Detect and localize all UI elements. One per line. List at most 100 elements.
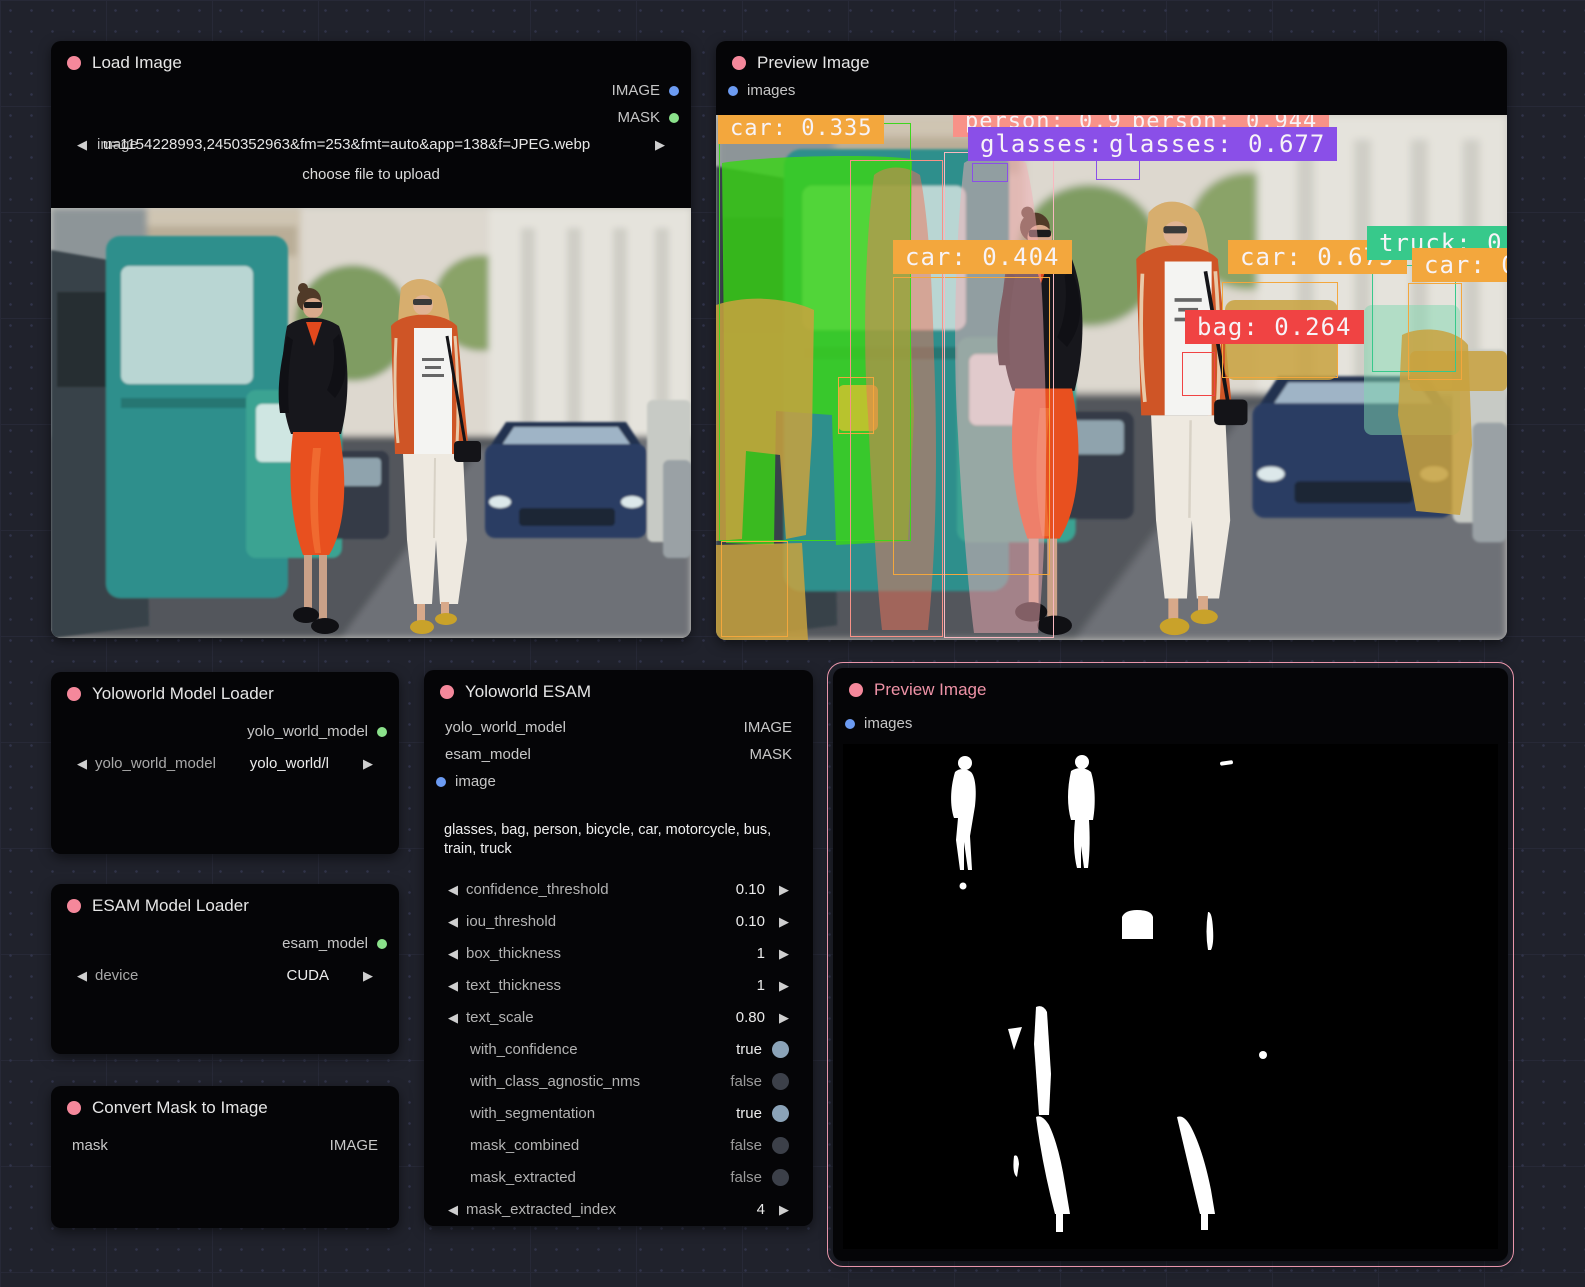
output-slot-label: yolo_world_model: [247, 723, 368, 740]
output-slot-mask[interactable]: MASK: [749, 746, 801, 763]
node-title-text: Load Image: [92, 53, 182, 73]
widget-label: with_confidence: [470, 1041, 578, 1058]
increment-arrow-icon[interactable]: ▶: [779, 883, 789, 896]
increment-arrow-icon[interactable]: ▶: [779, 915, 789, 928]
prev-option-arrow-icon[interactable]: ◀: [77, 757, 87, 770]
decrement-arrow-icon[interactable]: ◀: [448, 915, 458, 928]
toggle-widget-with_segmentation[interactable]: with_segmentationtrue: [448, 1100, 789, 1126]
input-slot-image[interactable]: image: [424, 768, 813, 795]
decrement-arrow-icon[interactable]: ◀: [448, 883, 458, 896]
output-slot-image[interactable]: IMAGE: [330, 1137, 387, 1154]
next-option-arrow-icon[interactable]: ▶: [363, 757, 373, 770]
node-title-text: Yoloworld Model Loader: [92, 684, 274, 704]
output-slot-image[interactable]: IMAGE: [51, 77, 691, 104]
node-preview-title[interactable]: Preview Image: [716, 41, 1507, 77]
categories-text-field[interactable]: glasses, bag, person, bicycle, car, moto…: [424, 821, 813, 859]
input-dot-image[interactable]: [436, 777, 446, 787]
node-load-image[interactable]: Load Image IMAGE MASK ◀ image u=11542289…: [51, 41, 691, 638]
input-slot-esam-model[interactable]: esam_model: [436, 746, 531, 763]
input-dot-images[interactable]: [728, 86, 738, 96]
increment-arrow-icon[interactable]: ▶: [779, 1011, 789, 1024]
node-title-text: Convert Mask to Image: [92, 1098, 268, 1118]
combo-widget-box_thickness[interactable]: ◀box_thickness1▶: [448, 940, 789, 966]
input-slot-mask[interactable]: mask: [63, 1137, 108, 1154]
node-title-text: Yoloworld ESAM: [465, 682, 591, 702]
combo-widget-confidence_threshold[interactable]: ◀confidence_threshold0.10▶: [448, 876, 789, 902]
output-dot-yolo-world-model[interactable]: [377, 727, 387, 737]
combo-widget-text_scale[interactable]: ◀text_scale0.80▶: [448, 1004, 789, 1030]
node-title[interactable]: Convert Mask to Image: [51, 1086, 399, 1122]
decrement-arrow-icon[interactable]: ◀: [448, 979, 458, 992]
output-dot-esam-model[interactable]: [377, 939, 387, 949]
yolo-world-model-combo[interactable]: ◀ yolo_world_model yolo_world/l ▶: [51, 749, 399, 777]
detection-overlay-layer: car: 0.335person: 0.941person: 0.944glas…: [716, 115, 1507, 640]
choose-file-button[interactable]: choose file to upload: [51, 161, 691, 189]
widget-value: 0.10: [736, 881, 765, 898]
combo-widget-iou_threshold[interactable]: ◀iou_threshold0.10▶: [448, 908, 789, 934]
widget-label: with_class_agnostic_nms: [470, 1073, 640, 1090]
decrement-arrow-icon[interactable]: ◀: [448, 1203, 458, 1216]
esam-widget-list: ◀confidence_threshold0.10▶◀iou_threshold…: [424, 876, 813, 1228]
node-status-dot: [67, 899, 81, 913]
mask-silhouette-dot-right: [1259, 1051, 1267, 1059]
combo-widget-mask_extracted_index[interactable]: ◀mask_extracted_index4▶: [448, 1196, 789, 1222]
toggle-knob[interactable]: [772, 1137, 789, 1154]
output-dot-image[interactable]: [669, 86, 679, 96]
node-title-text: Preview Image: [874, 680, 986, 700]
input-slot-label: esam_model: [445, 746, 531, 763]
increment-arrow-icon[interactable]: ▶: [779, 979, 789, 992]
widget-value: false: [730, 1137, 762, 1154]
node-convert-mask-to-image[interactable]: Convert Mask to Image mask IMAGE: [51, 1086, 399, 1228]
decrement-arrow-icon[interactable]: ◀: [448, 947, 458, 960]
node-yoloworld-model-loader[interactable]: Yoloworld Model Loader yolo_world_model …: [51, 672, 399, 854]
toggle-knob[interactable]: [772, 1073, 789, 1090]
node-graph-canvas[interactable]: Load Image IMAGE MASK ◀ image u=11542289…: [0, 0, 1585, 1287]
next-option-arrow-icon[interactable]: ▶: [363, 969, 373, 982]
input-slot-images[interactable]: images: [716, 77, 1507, 104]
decrement-arrow-icon[interactable]: ◀: [448, 1011, 458, 1024]
device-combo[interactable]: ◀ device CUDA ▶: [51, 961, 399, 989]
prev-file-arrow-icon[interactable]: ◀: [77, 138, 87, 151]
toggle-knob[interactable]: [772, 1041, 789, 1058]
combo-widget-text_thickness[interactable]: ◀text_thickness1▶: [448, 972, 789, 998]
toggle-widget-mask_extracted[interactable]: mask_extractedfalse: [448, 1164, 789, 1190]
increment-arrow-icon[interactable]: ▶: [779, 1203, 789, 1216]
node-load-image-title[interactable]: Load Image: [51, 41, 691, 77]
toggle-widget-with_class_agnostic_nms[interactable]: with_class_agnostic_nmsfalse: [448, 1068, 789, 1094]
input-slot-yolo-world-model[interactable]: yolo_world_model: [436, 719, 566, 736]
output-slot-image[interactable]: IMAGE: [744, 719, 801, 736]
node-preview-image-detections[interactable]: Preview Image images: [716, 41, 1507, 640]
node-preview-image-mask[interactable]: Preview Image images: [833, 668, 1508, 1261]
detection-label: car: 0.: [1412, 248, 1507, 282]
image-file-combo[interactable]: ◀ image u=1154228993,2450352963&fm=253&f…: [51, 131, 691, 161]
input-slot-images[interactable]: images: [833, 710, 1508, 737]
convert-mask-slots-row: mask IMAGE: [51, 1132, 399, 1159]
widget-label: text_thickness: [466, 977, 561, 994]
node-esam-model-loader[interactable]: ESAM Model Loader esam_model ◀ device CU…: [51, 884, 399, 1054]
node-status-dot: [849, 683, 863, 697]
prev-option-arrow-icon[interactable]: ◀: [77, 969, 87, 982]
input-slot-label: mask: [72, 1137, 108, 1154]
mask-silhouette-dot-left: [960, 883, 967, 890]
toggle-widget-with_confidence[interactable]: with_confidencetrue: [448, 1036, 789, 1062]
node-status-dot: [440, 685, 454, 699]
output-dot-mask[interactable]: [669, 113, 679, 123]
output-slot-mask[interactable]: MASK: [51, 104, 691, 131]
node-status-dot: [732, 56, 746, 70]
output-slot-esam-model[interactable]: esam_model: [51, 930, 399, 957]
file-widget-value: u=1154228993,2450352963&fm=253&fmt=auto&…: [103, 136, 590, 153]
output-slot-yolo-world-model[interactable]: yolo_world_model: [51, 718, 399, 745]
node-title[interactable]: Yoloworld ESAM: [424, 670, 813, 706]
toggle-widget-mask_combined[interactable]: mask_combinedfalse: [448, 1132, 789, 1158]
node-yoloworld-esam[interactable]: Yoloworld ESAM yolo_world_model IMAGE es…: [424, 670, 813, 1226]
node-title[interactable]: ESAM Model Loader: [51, 884, 399, 920]
node-preview-title[interactable]: Preview Image: [833, 668, 1508, 704]
toggle-knob[interactable]: [772, 1105, 789, 1122]
next-file-arrow-icon[interactable]: ▶: [655, 138, 665, 151]
toggle-knob[interactable]: [772, 1169, 789, 1186]
input-dot-images[interactable]: [845, 719, 855, 729]
mask-silhouette-person1-head: [958, 756, 972, 770]
increment-arrow-icon[interactable]: ▶: [779, 947, 789, 960]
node-title[interactable]: Yoloworld Model Loader: [51, 672, 399, 708]
widget-value: 1: [757, 945, 765, 962]
